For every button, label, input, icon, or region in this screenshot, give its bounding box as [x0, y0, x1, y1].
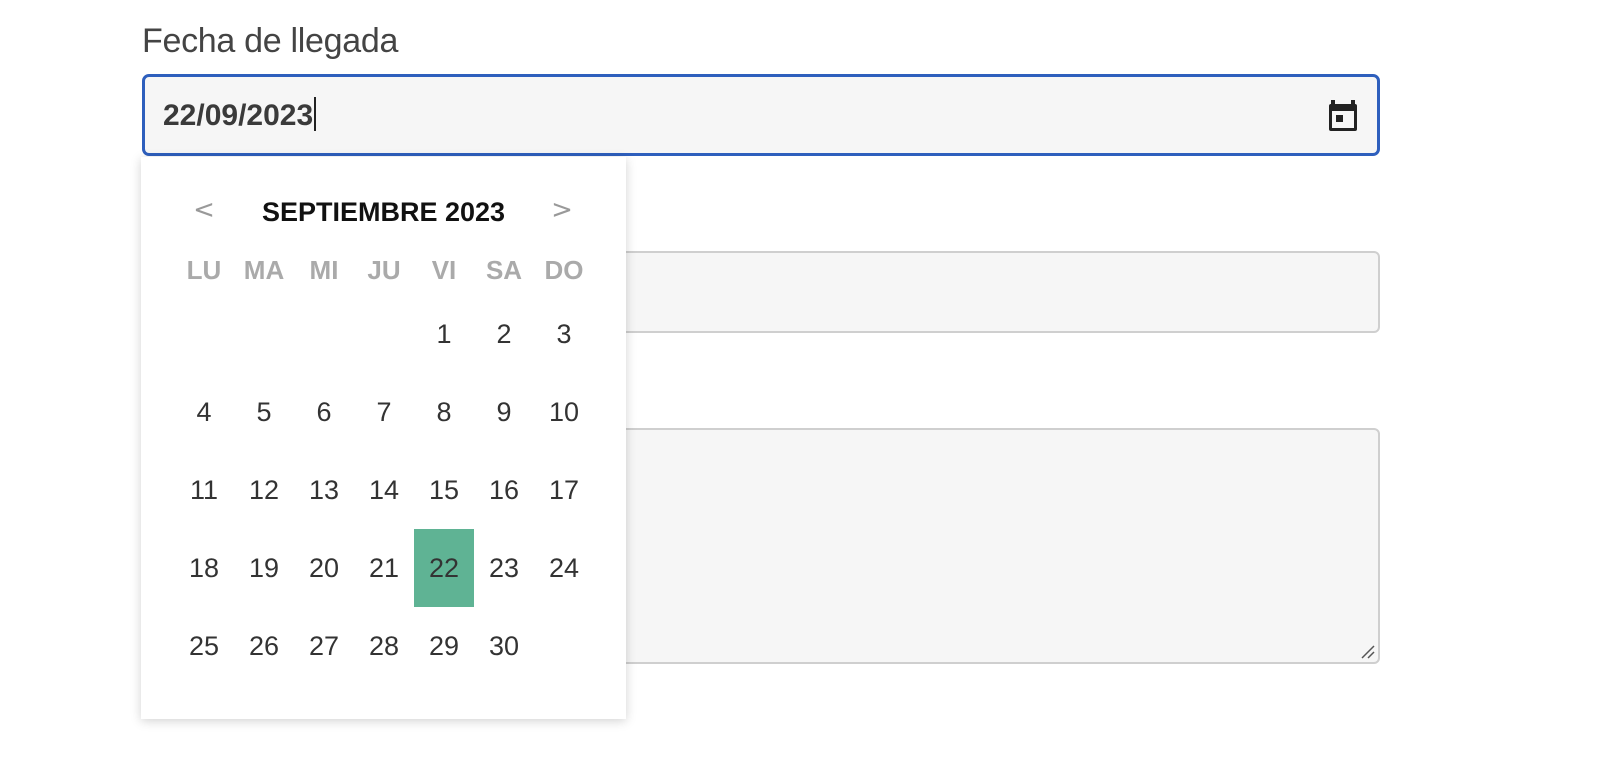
- calendar-day[interactable]: 19: [234, 529, 294, 607]
- calendar-day[interactable]: 11: [174, 451, 234, 529]
- comments-textarea[interactable]: [560, 428, 1380, 664]
- calendar-day[interactable]: 3: [534, 295, 594, 373]
- calendar-day[interactable]: 1: [414, 295, 474, 373]
- text-caret: [314, 97, 317, 131]
- calendar-day[interactable]: 18: [174, 529, 234, 607]
- calendar-day[interactable]: 13: [294, 451, 354, 529]
- weekday-header-row: LU MA MI JU VI SA DO: [174, 255, 594, 295]
- weekday-label: MI: [309, 255, 339, 285]
- weekday-label: DO: [544, 255, 584, 285]
- calendar-day-selected[interactable]: 22: [414, 529, 474, 607]
- month-title: SEPTIEMBRE 2023: [261, 197, 506, 227]
- calendar-day[interactable]: 7: [354, 373, 414, 451]
- calendar-day[interactable]: 29: [414, 607, 474, 685]
- calendar-day[interactable]: 15: [414, 451, 474, 529]
- second-input-field[interactable]: [560, 251, 1380, 333]
- calendar-day[interactable]: 12: [234, 451, 294, 529]
- calendar-day[interactable]: 14: [354, 451, 414, 529]
- calendar-day[interactable]: 21: [354, 529, 414, 607]
- calendar-day[interactable]: 2: [474, 295, 534, 373]
- calendar-day[interactable]: 9: [474, 373, 534, 451]
- calendar-day[interactable]: 24: [534, 529, 594, 607]
- calendar-day[interactable]: 16: [474, 451, 534, 529]
- arrival-date-label: Fecha de llegada: [142, 22, 399, 60]
- calendar-day[interactable]: 26: [234, 607, 294, 685]
- calendar-day[interactable]: 30: [474, 607, 534, 685]
- calendar-day[interactable]: 17: [534, 451, 594, 529]
- calendar-day[interactable]: 10: [534, 373, 594, 451]
- calendar-day[interactable]: 25: [174, 607, 234, 685]
- datepicker-popup: < SEPTIEMBRE 2023 > LU MA MI JU VI SA DO 12345…: [141, 157, 626, 719]
- weekday-label: SA: [485, 255, 523, 285]
- calendar-day[interactable]: 4: [174, 373, 234, 451]
- resize-handle-icon[interactable]: [1358, 642, 1376, 660]
- calendar-day[interactable]: 5: [234, 373, 294, 451]
- prev-month-button[interactable]: <: [184, 195, 224, 225]
- weekday-label: JU: [367, 255, 401, 285]
- day-grid: 1 2 3 4 5 6 7 8 9 10 11 12 13 14 15 16 17 18 19 20 21 22 23 24 2…: [174, 295, 594, 687]
- arrival-date-value[interactable]: 22/09/2023: [163, 97, 317, 133]
- weekday-label: LU: [186, 255, 222, 285]
- calendar-day[interactable]: 6: [294, 373, 354, 451]
- calendar-day[interactable]: 27: [294, 607, 354, 685]
- weekday-label: MA: [243, 255, 285, 285]
- arrival-date-input[interactable]: 22/09/2023: [142, 74, 1380, 156]
- calendar-icon[interactable]: [1327, 99, 1359, 133]
- calendar-day[interactable]: 8: [414, 373, 474, 451]
- calendar-day[interactable]: 20: [294, 529, 354, 607]
- calendar-day[interactable]: 23: [474, 529, 534, 607]
- next-month-button[interactable]: >: [542, 195, 582, 225]
- datepicker-header: < SEPTIEMBRE 2023 >: [141, 195, 626, 235]
- weekday-label: VI: [431, 255, 457, 285]
- calendar-day[interactable]: 28: [354, 607, 414, 685]
